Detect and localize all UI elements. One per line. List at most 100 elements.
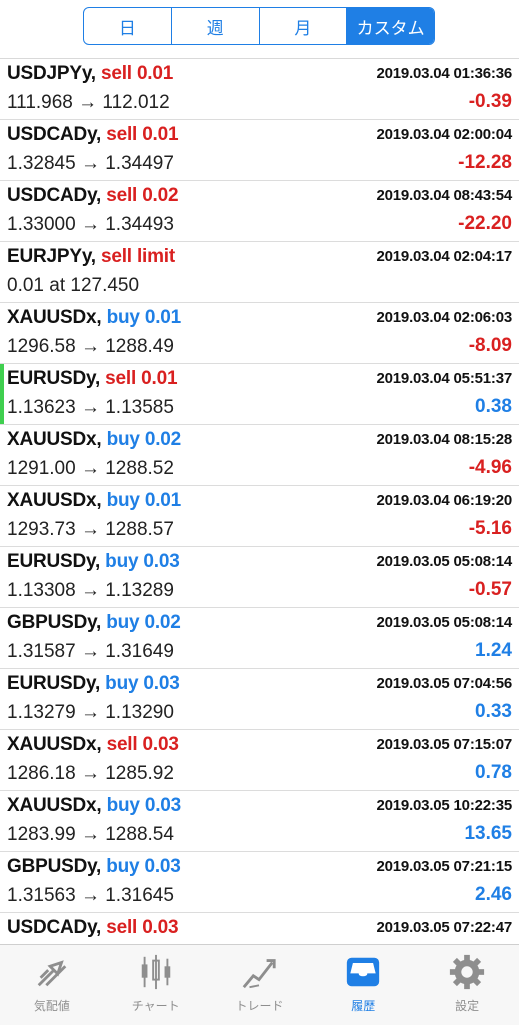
trade-profit: -12.28 — [458, 152, 512, 173]
trade-symbol: EURJPYy — [7, 246, 91, 267]
trade-prices: 1.31563 → 1.31645 — [7, 885, 174, 906]
trade-prices: 1.13308 → 1.13289 — [7, 580, 174, 601]
settings-icon — [449, 954, 485, 990]
trade-separator: , — [96, 124, 107, 145]
trade-action: buy 0.01 — [106, 490, 182, 511]
trade-separator: , — [96, 612, 107, 633]
trade-time: 2019.03.04 02:00:04 — [376, 126, 513, 143]
trade-symbol-line: XAUUSDx, buy 0.02 — [7, 429, 181, 451]
trade-symbol-line: EURUSDy, sell 0.01 — [7, 368, 178, 390]
trade-separator: , — [96, 856, 107, 877]
trade-separator: , — [96, 185, 107, 206]
trade-symbol-line: GBPUSDy, buy 0.02 — [7, 612, 181, 634]
trade-row[interactable]: USDJPYy, sell 0.01 2019.03.04 01:36:36 111… — [0, 59, 519, 120]
trade-symbol-line: USDCADy, sell 0.02 — [7, 185, 179, 207]
trade-symbol: XAUUSDx — [7, 429, 97, 450]
trade-row[interactable]: XAUUSDx, buy 0.01 2019.03.04 02:06:03 1296… — [0, 303, 519, 364]
trade-symbol: XAUUSDx — [7, 795, 97, 816]
trade-symbol-line: USDCADy, sell 0.03 — [7, 917, 179, 939]
trade-time: 2019.03.04 01:36:36 — [376, 65, 513, 82]
segment-month[interactable]: 月 — [260, 8, 348, 44]
trade-row[interactable]: XAUUSDx, buy 0.02 2019.03.04 08:15:28 1291… — [0, 425, 519, 486]
trade-action: sell 0.03 — [106, 917, 179, 938]
tab-settings[interactable]: 設定 — [415, 945, 519, 1025]
trade-row[interactable]: USDCADy, sell 0.03 2019.03.05 07:22:47 — [0, 913, 519, 944]
tab-history[interactable]: 履歴 — [311, 945, 415, 1025]
trade-prices: 1296.58 → 1288.49 — [7, 336, 174, 357]
trade-profit: -0.39 — [468, 91, 512, 112]
trade-separator: , — [90, 246, 101, 267]
trade-symbol: USDJPYy — [7, 63, 91, 84]
tab-bar: 気配値 チャート トレード 履歴 設定 — [0, 944, 519, 1025]
segment-day[interactable]: 日 — [84, 8, 172, 44]
trade-time: 2019.03.05 10:22:35 — [376, 797, 513, 814]
trade-profit: -22.20 — [458, 213, 512, 234]
trade-prices: 1286.18 → 1285.92 — [7, 763, 174, 784]
trade-row[interactable]: XAUUSDx, sell 0.03 2019.03.05 07:15:07 128… — [0, 730, 519, 791]
trade-time: 2019.03.04 02:04:17 — [376, 248, 513, 265]
trade-prices: 1.13279 → 1.13290 — [7, 702, 174, 723]
tab-trade-label: トレード — [235, 999, 284, 1013]
segment-custom[interactable]: カスタム — [347, 8, 434, 44]
trade-row[interactable]: EURUSDy, sell 0.01 2019.03.04 05:51:37 1.1… — [0, 364, 519, 425]
trade-action: buy 0.03 — [105, 673, 180, 694]
trade-time: 2019.03.04 02:06:03 — [376, 309, 513, 326]
trade-symbol-line: XAUUSDx, buy 0.01 — [7, 307, 181, 329]
trade-symbol-line: GBPUSDy, buy 0.03 — [7, 856, 181, 878]
trade-symbol-line: USDJPYy, sell 0.01 — [7, 63, 173, 85]
trade-action: buy 0.01 — [106, 307, 182, 328]
trade-time: 2019.03.04 05:51:37 — [376, 370, 513, 387]
trade-row[interactable]: USDCADy, sell 0.02 2019.03.04 08:43:54 1.3… — [0, 181, 519, 242]
trade-action: sell limit — [100, 246, 175, 267]
trade-action: sell 0.02 — [106, 185, 179, 206]
trade-row[interactable]: EURUSDy, buy 0.03 2019.03.05 07:04:56 1.13… — [0, 669, 519, 730]
trade-separator: , — [95, 673, 106, 694]
trade-symbol-line: USDCADy, sell 0.01 — [7, 124, 179, 146]
trade-time: 2019.03.04 08:43:54 — [376, 187, 513, 204]
trade-separator: , — [90, 63, 101, 84]
trade-symbol-line: EURUSDy, buy 0.03 — [7, 673, 180, 695]
segment-week[interactable]: 週 — [172, 8, 260, 44]
trade-row[interactable]: GBPUSDy, buy 0.03 2019.03.05 07:21:15 1.31… — [0, 852, 519, 913]
trade-symbol-line: XAUUSDx, sell 0.03 — [7, 734, 179, 756]
tab-trade[interactable]: トレード — [208, 945, 312, 1025]
tab-quotes[interactable]: 気配値 — [0, 945, 104, 1025]
history-list[interactable]: USDJPYy, sell 0.01 2019.03.04 01:36:36 111… — [0, 59, 519, 944]
trade-action: buy 0.03 — [106, 795, 182, 816]
trade-prices: 111.968 → 112.012 — [7, 92, 170, 113]
tab-history-label: 履歴 — [351, 999, 376, 1013]
trade-profit: -8.09 — [468, 335, 512, 356]
trade-symbol: XAUUSDx — [7, 490, 97, 511]
trade-row[interactable]: GBPUSDy, buy 0.02 2019.03.05 05:08:14 1.31… — [0, 608, 519, 669]
trade-symbol: EURUSDy — [7, 368, 95, 389]
trade-action: buy 0.02 — [106, 612, 181, 633]
trade-action: buy 0.03 — [106, 856, 181, 877]
trade-time: 2019.03.05 07:21:15 — [376, 858, 513, 875]
trade-symbol: USDCADy — [7, 185, 97, 206]
trade-action: buy 0.03 — [105, 551, 180, 572]
trade-row[interactable]: XAUUSDx, buy 0.01 2019.03.04 06:19:20 1293… — [0, 486, 519, 547]
trade-symbol: XAUUSDx — [7, 734, 97, 755]
trade-row[interactable]: EURJPYy, sell limit 2019.03.04 02:04:17 0.… — [0, 242, 519, 303]
trade-symbol-line: EURUSDy, buy 0.03 — [7, 551, 180, 573]
trade-symbol: USDCADy — [7, 124, 97, 145]
trade-row[interactable]: USDCADy, sell 0.01 2019.03.04 02:00:04 1.3… — [0, 120, 519, 181]
trade-profit: -0.57 — [468, 579, 512, 600]
trade-symbol: XAUUSDx — [7, 307, 97, 328]
trade-separator: , — [96, 734, 107, 755]
tab-settings-label: 設定 — [455, 999, 480, 1013]
trade-row[interactable]: EURUSDy, buy 0.03 2019.03.05 05:08:14 1.13… — [0, 547, 519, 608]
trade-profit: 0.78 — [475, 762, 512, 783]
header: 日 週 月 カスタム — [0, 0, 519, 59]
tab-quotes-label: 気配値 — [33, 999, 70, 1013]
trade-action: sell 0.01 — [105, 368, 178, 389]
trade-symbol: EURUSDy — [7, 551, 95, 572]
trade-profit: 13.65 — [464, 823, 512, 844]
trade-prices: 1.13623 → 1.13585 — [7, 397, 174, 418]
tab-chart[interactable]: チャート — [104, 945, 208, 1025]
chart-icon — [141, 954, 170, 990]
trade-row[interactable]: XAUUSDx, buy 0.03 2019.03.05 10:22:35 1283… — [0, 791, 519, 852]
trade-symbol-line: XAUUSDx, buy 0.03 — [7, 795, 181, 817]
trade-action: sell 0.01 — [100, 63, 174, 84]
tab-chart-label: チャート — [131, 999, 180, 1013]
